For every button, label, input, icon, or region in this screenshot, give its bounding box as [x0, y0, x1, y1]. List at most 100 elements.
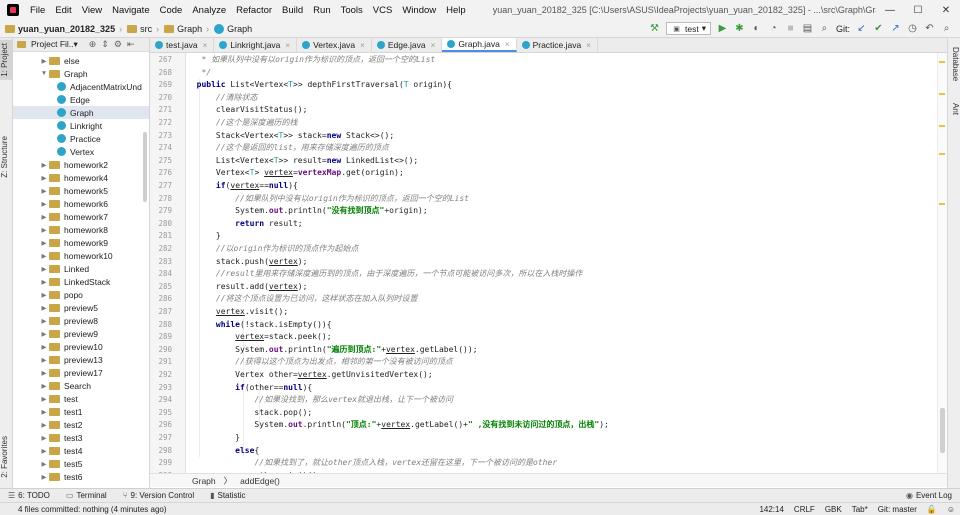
close-button[interactable]: ✕ [932, 5, 960, 16]
breadcrumb-class[interactable]: Graph [209, 23, 252, 34]
code-line[interactable]: result.add(vertex); [187, 281, 308, 294]
code-line[interactable]: List<Vertex<T>> result=new LinkedList<>(… [187, 155, 418, 168]
gear-icon[interactable]: ⚙ [114, 39, 122, 50]
menu-view[interactable]: View [77, 5, 107, 16]
search-everywhere-icon[interactable]: ⌕ [941, 23, 952, 34]
menu-help[interactable]: Help [441, 5, 471, 16]
tree-folder-item[interactable]: ▶ Search [13, 379, 149, 392]
chevron-right-icon[interactable]: ▶ [39, 291, 49, 299]
code-line[interactable]: //如果队列中没有以origin作为标识的顶点，返回一个空的List [187, 193, 469, 206]
code-line[interactable]: if(vertex==null){ [187, 180, 298, 193]
chevron-right-icon[interactable]: ▶ [39, 187, 49, 195]
code-line[interactable]: //result里用来存储深度遍历到的顶点，由于深度遍历，一个节点可能被访问多次… [187, 268, 583, 281]
breadcrumb-project[interactable]: yuan_yuan_20182_325 [0, 24, 115, 34]
menu-file[interactable]: File [25, 5, 50, 16]
chevron-right-icon[interactable]: ▶ [39, 343, 49, 351]
tree-folder-item[interactable]: ▶ test4 [13, 444, 149, 457]
error-stripe-mark[interactable] [939, 125, 945, 127]
code-line[interactable]: //以origin作为标识的顶点作为起始点 [187, 243, 359, 256]
maximize-button[interactable]: ☐ [904, 5, 932, 16]
tree-folder-item[interactable]: ▶ test3 [13, 431, 149, 444]
code-editor[interactable]: 267 268 269 270 271 272 273 274 275 276 277 278 279 2… [150, 53, 947, 473]
menu-tools[interactable]: Tools [336, 5, 368, 16]
project-view-select[interactable]: Project Fil..▾ [31, 39, 78, 50]
menu-vcs[interactable]: VCS [368, 5, 398, 16]
project-tool-tab[interactable]: 1: Project [0, 40, 13, 80]
close-icon[interactable]: × [586, 41, 591, 50]
close-icon[interactable]: × [505, 40, 510, 49]
chevron-down-icon[interactable]: ▼ [39, 70, 49, 77]
vcs-compare-icon[interactable]: ↗ [890, 23, 901, 34]
editor-tab[interactable]: Graph.java × [442, 38, 517, 52]
breadcrumb-package[interactable]: Graph [159, 24, 202, 34]
chevron-right-icon[interactable]: ▶ [39, 200, 49, 208]
chevron-right-icon[interactable]: ▶ [39, 57, 49, 65]
chevron-right-icon[interactable]: ▶ [39, 460, 49, 468]
code-line[interactable]: //这个是返回的list，用来存储深度遍历的顶点 [187, 142, 389, 155]
chevron-right-icon[interactable]: ▶ [39, 239, 49, 247]
menu-navigate[interactable]: Navigate [107, 5, 155, 16]
vcs-revert-icon[interactable]: ↶ [924, 23, 935, 34]
tree-class-item[interactable]: Graph [13, 106, 149, 119]
tree-folder-item[interactable]: ▶ preview10 [13, 340, 149, 353]
run-icon[interactable]: ▶ [717, 23, 728, 34]
tree-folder-item[interactable]: ▶ homework8 [13, 223, 149, 236]
tree-folder-item[interactable]: ▶ preview9 [13, 327, 149, 340]
profile-icon[interactable]: ◔ [768, 23, 779, 34]
tree-folder-item[interactable]: ▶ homework6 [13, 197, 149, 210]
code-line[interactable]: //获得以这个顶点为出发点，相邻的第一个没有被访问的顶点 [187, 356, 453, 369]
collapse-all-icon[interactable]: ⇕ [101, 39, 109, 50]
tree-folder-item[interactable]: ▶ homework5 [13, 184, 149, 197]
chevron-right-icon[interactable]: ▶ [39, 252, 49, 260]
code-line[interactable]: Vertex<T> vertex=vertexMap.get(origin); [187, 167, 404, 180]
breadcrumb-class-item[interactable]: Graph [192, 476, 216, 486]
git-branch[interactable]: Git: master [873, 505, 922, 514]
code-line[interactable]: return result; [187, 218, 302, 231]
close-icon[interactable]: × [203, 41, 208, 50]
chevron-right-icon[interactable]: ▶ [39, 304, 49, 312]
chevron-right-icon[interactable]: ▶ [39, 382, 49, 390]
code-line[interactable]: //如果没找到，那么vertex就退出栈，让下一个被访问 [187, 394, 453, 407]
chevron-right-icon[interactable]: ▶ [39, 226, 49, 234]
ant-tool-tab[interactable]: Ant [947, 100, 960, 118]
tree-folder-item[interactable]: ▶ test [13, 392, 149, 405]
code-line[interactable]: vertex.visit(); [187, 306, 288, 319]
chevron-right-icon[interactable]: ▶ [39, 278, 49, 286]
tree-folder-item[interactable]: ▶ LinkedStack [13, 275, 149, 288]
vcs-commit-icon[interactable]: ✔ [873, 23, 884, 34]
tree-folder-item[interactable]: ▶ test5 [13, 457, 149, 470]
error-stripe-mark[interactable] [939, 61, 945, 63]
chevron-right-icon[interactable]: ▶ [39, 434, 49, 442]
menu-window[interactable]: Window [397, 5, 441, 16]
tree-folder-item[interactable]: ▶ popo [13, 288, 149, 301]
coverage-icon[interactable]: ◐ [751, 23, 762, 34]
run-config-select[interactable]: ▣ test ▾ [666, 22, 711, 35]
tree-class-item[interactable]: Practice [13, 132, 149, 145]
debug-icon[interactable]: ✱ [734, 23, 745, 34]
tree-class-item[interactable]: AdjacentMatrixUnd [13, 80, 149, 93]
chevron-right-icon[interactable]: ▶ [39, 330, 49, 338]
todo-tool-button[interactable]: ☰ 6: TODO [0, 491, 58, 500]
vcs-history-icon[interactable]: ◷ [907, 23, 918, 34]
code-line[interactable]: vertex=stack.peek(); [187, 331, 331, 344]
statistic-tool-button[interactable]: ▮ Statistic [202, 491, 253, 500]
code-line[interactable]: stack.pop(); [187, 407, 312, 420]
chevron-right-icon[interactable]: ▶ [39, 395, 49, 403]
tree-folder-item[interactable]: ▶ preview17 [13, 366, 149, 379]
breadcrumb-method-item[interactable]: addEdge() [240, 476, 280, 486]
chevron-right-icon[interactable]: ▶ [39, 174, 49, 182]
project-structure-icon[interactable]: ▤ [802, 23, 813, 34]
chevron-right-icon[interactable]: ▶ [39, 356, 49, 364]
tree-folder-item[interactable]: ▶ preview5 [13, 301, 149, 314]
code-line[interactable]: //将这个顶点设置为已访问，这样状态在加入队列时设置 [187, 293, 418, 306]
close-icon[interactable]: × [431, 41, 436, 50]
tree-folder-item[interactable]: ▶ test1 [13, 405, 149, 418]
code-line[interactable]: while(!stack.isEmpty()){ [187, 319, 332, 332]
error-stripe-mark[interactable] [939, 153, 945, 155]
chevron-right-icon[interactable]: ▶ [39, 161, 49, 169]
menu-build[interactable]: Build [277, 5, 308, 16]
editor-tab[interactable]: test.java × [150, 38, 215, 52]
menu-edit[interactable]: Edit [50, 5, 76, 16]
code-line[interactable]: * 如果队列中没有以origin作为标识的顶点，返回一个空的List [187, 54, 435, 67]
version-control-tool-button[interactable]: ⑂ 9: Version Control [115, 491, 202, 500]
